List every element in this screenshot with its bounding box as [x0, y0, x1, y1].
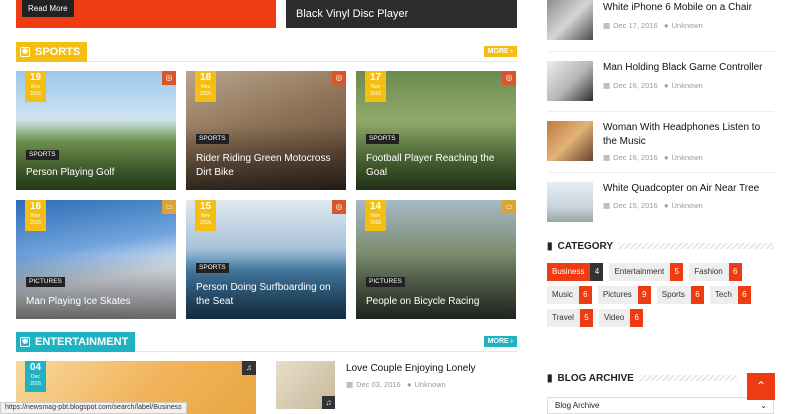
post-tile[interactable]: 14 Nov 2016 ▭ PICTURES People on Bicycle R… — [356, 200, 516, 319]
category-label[interactable]: SPORTS — [366, 134, 399, 144]
post-title[interactable]: Person Playing Golf — [26, 166, 168, 180]
bookmark-icon: ▮ — [547, 372, 553, 384]
post-date-badge: 14 Nov 2016 — [365, 200, 386, 231]
category-label[interactable]: PICTURES — [366, 277, 405, 287]
rss-icon: ◉ — [20, 337, 30, 347]
camera-icon: ◎ — [502, 71, 516, 85]
category-tag-music[interactable]: Music 6 — [547, 286, 592, 304]
post-meta: ▦ Dec 16, 2016 ● Unknown — [603, 81, 703, 90]
featured-post-card[interactable]: Black Vinyl Disc Player — [286, 0, 517, 28]
sports-section-header: ◉ SPORTS MORE › — [16, 42, 517, 62]
sidebar-post-title[interactable]: White Quadcopter on Air Near Tree — [603, 182, 759, 196]
post-tile[interactable]: 17 Nov 2016 ◎ SPORTS Football Player Reach… — [356, 71, 516, 190]
calendar-icon: ▦ — [603, 81, 611, 90]
entertainment-more-button[interactable]: MORE › — [483, 336, 517, 347]
post-date-badge: 15 Nov 2016 — [195, 200, 216, 231]
category-tag-entertainment[interactable]: Entertainment 5 — [609, 263, 684, 281]
scroll-to-top-button[interactable]: ⌃ — [747, 373, 775, 400]
chevron-up-icon: ⌃ — [755, 379, 767, 393]
read-more-button[interactable]: Read More — [22, 0, 74, 17]
category-tag-business[interactable]: Business 4 — [547, 263, 604, 281]
archive-widget-title: ▮ BLOG ARCHIVE — [547, 371, 737, 385]
post-tile[interactable]: 19 Nov 2016 ◎ SPORTS Person Playing Golf — [16, 71, 176, 190]
category-label[interactable]: PICTURES — [26, 277, 65, 287]
post-title[interactable]: People on Bicycle Racing — [366, 295, 508, 309]
calendar-icon: ▦ — [346, 380, 354, 389]
category-tag-tech[interactable]: Tech 6 — [709, 286, 751, 304]
post-date-badge: 04 Dec 2016 — [25, 361, 46, 392]
user-icon: ● — [406, 380, 412, 389]
category-tag-pictures[interactable]: Pictures 9 — [597, 286, 651, 304]
post-title[interactable]: Man Playing Ice Skates — [26, 295, 168, 309]
category-tag-sports[interactable]: Sports 6 — [656, 286, 704, 304]
sidebar-post[interactable]: Man Holding Black Game Controller ▦ Dec 1… — [547, 61, 774, 103]
camera-icon: ◎ — [162, 71, 176, 85]
entertainment-section-header: ◉ ENTERTAINMENT MORE › — [16, 332, 517, 352]
user-icon: ● — [663, 153, 669, 162]
sidebar-post[interactable]: White iPhone 6 Mobile on a Chair ▦ Dec 17… — [547, 0, 774, 42]
post-thumbnail[interactable] — [547, 0, 593, 40]
entertainment-post-meta: ▦ Dec 03, 2016 ● Unknown — [346, 380, 446, 389]
user-icon: ● — [663, 21, 669, 30]
post-thumbnail[interactable] — [547, 121, 593, 161]
headphones-icon: ♫ — [242, 361, 256, 375]
post-thumbnail[interactable] — [547, 61, 593, 101]
calendar-icon: ▦ — [603, 201, 611, 210]
calendar-icon: ▦ — [603, 153, 611, 162]
sidebar-post[interactable]: White Quadcopter on Air Near Tree ▦ Dec 1… — [547, 182, 774, 224]
post-date-badge: 17 Nov 2016 — [365, 71, 386, 102]
post-meta: ▦ Dec 16, 2016 ● Unknown — [603, 153, 703, 162]
category-tag-fashion[interactable]: Fashion 6 — [689, 263, 742, 281]
post-title[interactable]: Football Player Reaching the Goal — [366, 152, 508, 180]
category-widget-title: ▮ CATEGORY — [547, 239, 774, 253]
sidebar-post[interactable]: Woman With Headphones Listen to the Musi… — [547, 121, 774, 163]
category-tag-video[interactable]: Video 6 — [598, 309, 644, 327]
post-date-badge: 16 Nov 2016 — [25, 200, 46, 231]
rss-icon: ◉ — [20, 47, 30, 57]
sports-more-button[interactable]: MORE › — [483, 46, 517, 57]
post-date-badge: 19 Nov 2016 — [25, 71, 46, 102]
entertainment-section-title[interactable]: ◉ ENTERTAINMENT — [16, 332, 136, 352]
divider — [547, 111, 774, 112]
sports-section-title[interactable]: ◉ SPORTS — [16, 42, 88, 62]
divider — [547, 51, 774, 52]
bookmark-icon: ▮ — [547, 240, 553, 252]
featured-post-title[interactable]: Black Vinyl Disc Player — [296, 8, 408, 20]
post-tile[interactable]: 15 Nov 2016 ◎ SPORTS Person Doing Surfboar… — [186, 200, 346, 319]
entertainment-post-thumbnail[interactable]: ♫ — [276, 361, 335, 409]
post-meta: ▦ Dec 15, 2016 ● Unknown — [603, 201, 703, 210]
image-icon: ▭ — [502, 200, 516, 214]
browser-status-url: https://newsmag-pbt.blogspot.com/search/… — [0, 402, 187, 414]
category-label[interactable]: SPORTS — [26, 150, 59, 160]
sidebar-post-title[interactable]: Woman With Headphones Listen to the Musi… — [603, 121, 775, 149]
headphones-icon: ♫ — [322, 396, 335, 409]
entertainment-post-title[interactable]: Love Couple Enjoying Lonely — [346, 363, 476, 374]
post-thumbnail[interactable] — [547, 182, 593, 222]
chevron-down-icon: ⌄ — [760, 401, 767, 410]
post-tile[interactable]: 18 Nov 2016 ◎ SPORTS Rider Riding Green Mo… — [186, 71, 346, 190]
camera-icon: ◎ — [332, 200, 346, 214]
post-meta: ▦ Dec 17, 2016 ● Unknown — [603, 21, 703, 30]
category-label[interactable]: SPORTS — [196, 263, 229, 273]
post-title[interactable]: Person Doing Surfboarding on the Seat — [196, 281, 338, 309]
category-label[interactable]: SPORTS — [196, 134, 229, 144]
camera-icon: ◎ — [332, 71, 346, 85]
post-title[interactable]: Rider Riding Green Motocross Dirt Bike — [196, 152, 338, 180]
category-tag-list: Business 4 Entertainment 5 Fashion 6 Music 6… — [547, 263, 774, 327]
sidebar-post-title[interactable]: Man Holding Black Game Controller — [603, 61, 763, 75]
image-icon: ▭ — [162, 200, 176, 214]
sidebar-post-title[interactable]: White iPhone 6 Mobile on a Chair — [603, 1, 752, 15]
user-icon: ● — [663, 201, 669, 210]
post-tile[interactable]: 16 Nov 2016 ▭ PICTURES Man Playing Ice Ska… — [16, 200, 176, 319]
calendar-icon: ▦ — [603, 21, 611, 30]
blog-archive-select[interactable]: Blog Archive ⌄ — [547, 397, 774, 414]
category-tag-travel[interactable]: Travel 5 — [547, 309, 593, 327]
divider — [547, 172, 774, 173]
post-date-badge: 18 Nov 2016 — [195, 71, 216, 102]
user-icon: ● — [663, 81, 669, 90]
